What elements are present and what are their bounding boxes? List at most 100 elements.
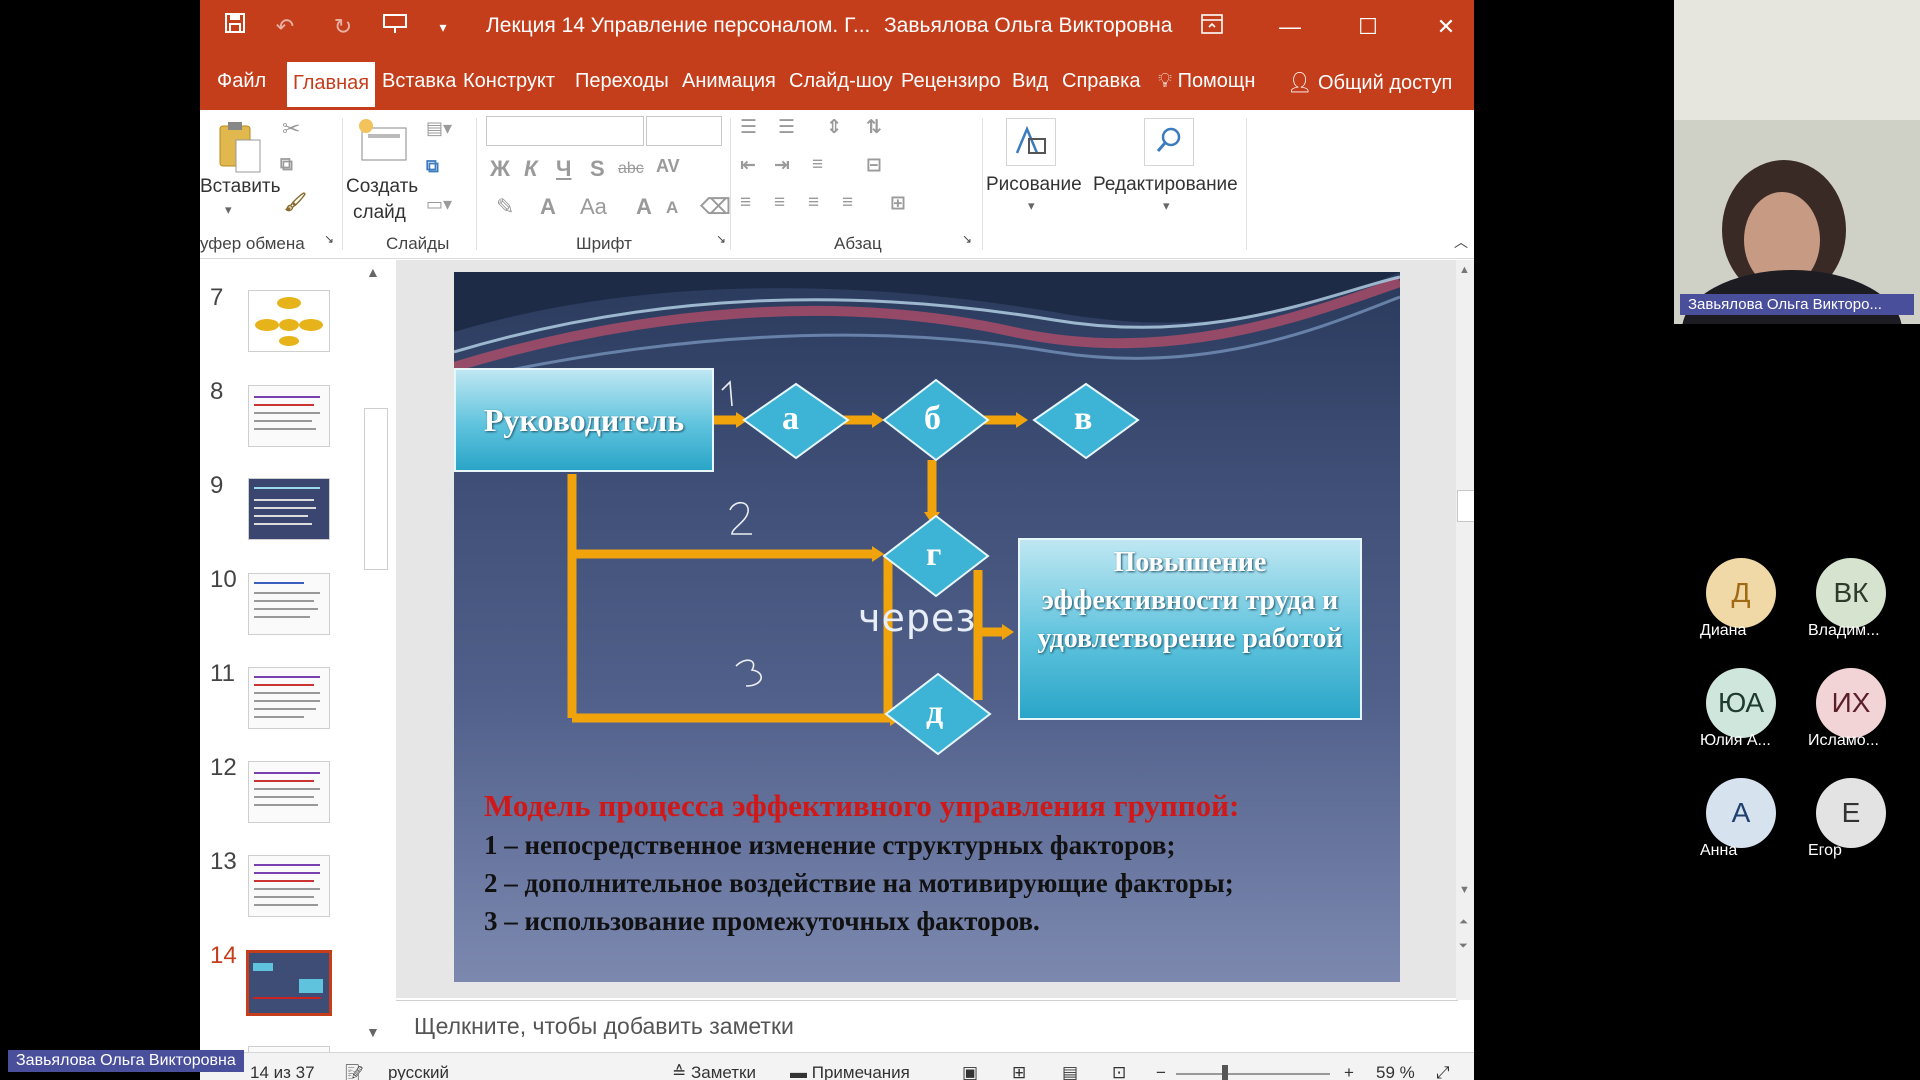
slide-thumbnail[interactable]: [248, 855, 330, 917]
align-right-icon[interactable]: ≡: [808, 192, 819, 214]
slide-sorter-icon[interactable]: ⊞: [1012, 1063, 1026, 1080]
zoom-out-icon[interactable]: −: [1156, 1063, 1166, 1080]
language-indicator[interactable]: русский: [388, 1063, 449, 1080]
maximize-icon[interactable]: ☐: [1353, 12, 1383, 42]
participant-avatar[interactable]: А: [1706, 778, 1776, 848]
scrollbar-thumb[interactable]: [1457, 490, 1474, 522]
tab-review[interactable]: Рецензиро: [901, 70, 1001, 93]
italic-button[interactable]: К: [524, 156, 538, 182]
tab-transitions[interactable]: Переходы: [575, 70, 669, 93]
new-slide-button[interactable]: Создать: [346, 176, 418, 198]
increase-font-button[interactable]: A: [636, 194, 652, 220]
copy-icon[interactable]: ⧉: [280, 154, 293, 175]
save-icon[interactable]: [220, 12, 250, 42]
clipboard-launcher-icon[interactable]: ↘: [324, 232, 334, 246]
redo-icon[interactable]: ↻: [328, 12, 358, 42]
participant-avatar[interactable]: ВК: [1816, 558, 1886, 628]
bold-button[interactable]: Ж: [490, 156, 510, 182]
fit-slide-icon[interactable]: ⤢: [1436, 1063, 1450, 1080]
previous-slide-icon[interactable]: ⏶: [1459, 916, 1468, 929]
paste-button[interactable]: Вставить: [200, 176, 281, 198]
paste-icon[interactable]: [214, 120, 264, 179]
font-launcher-icon[interactable]: ↘: [716, 232, 726, 246]
customize-toolbar-icon[interactable]: ▾: [428, 12, 458, 42]
justify-icon[interactable]: ≡: [842, 192, 853, 214]
scroll-up-icon[interactable]: ▲: [1459, 264, 1470, 276]
text-direction-icon[interactable]: ⇅: [866, 116, 882, 139]
tab-file[interactable]: Файл: [217, 70, 266, 93]
numbering-icon[interactable]: ☰: [778, 116, 795, 139]
zoom-in-icon[interactable]: +: [1344, 1063, 1354, 1080]
align-center-icon[interactable]: ≡: [774, 192, 785, 214]
strikethrough-button[interactable]: abc: [618, 160, 644, 178]
scroll-up-icon[interactable]: ▲: [366, 264, 380, 280]
change-case-button[interactable]: Aa: [580, 194, 607, 220]
slide-thumbnail-selected[interactable]: [246, 950, 332, 1016]
tab-animations[interactable]: Анимация: [682, 70, 776, 93]
highlight-icon[interactable]: ✎: [496, 194, 514, 220]
align-left-icon[interactable]: ≡: [740, 192, 751, 214]
columns-icon[interactable]: ≡: [812, 154, 823, 176]
underline-button[interactable]: Ч: [556, 156, 571, 182]
increase-indent-icon[interactable]: ⇥: [774, 154, 790, 177]
align-text-icon[interactable]: ⊟: [866, 154, 882, 177]
scroll-down-icon[interactable]: ▼: [366, 1024, 380, 1040]
clear-formatting-icon[interactable]: ⌫: [700, 194, 731, 220]
tab-insert[interactable]: Вставка: [382, 70, 456, 93]
new-slide-icon[interactable]: [356, 118, 410, 169]
current-slide[interactable]: Руководитель а б в г д Повышение эффекти…: [454, 272, 1400, 982]
format-painter-icon[interactable]: 🖌︎: [284, 192, 307, 213]
comments-toggle[interactable]: ▬ Примечания: [790, 1063, 910, 1080]
spellcheck-icon[interactable]: 📝︎: [344, 1063, 364, 1080]
participant-avatar[interactable]: Е: [1816, 778, 1886, 848]
search-icon[interactable]: [1144, 118, 1194, 166]
editing-button[interactable]: Редактирование: [1093, 174, 1238, 196]
smartart-icon[interactable]: ⊞: [890, 192, 906, 215]
font-name-dropdown[interactable]: [486, 116, 644, 146]
cut-icon[interactable]: ✂: [282, 116, 300, 142]
drawing-icon[interactable]: [1006, 118, 1056, 166]
tab-home[interactable]: Главная: [287, 62, 376, 107]
slide-thumbnail[interactable]: [248, 478, 330, 540]
scroll-down-icon[interactable]: ▼: [1459, 884, 1470, 896]
zoom-slider-thumb[interactable]: [1222, 1065, 1228, 1080]
tell-me-search[interactable]: 💡︎ Помощн: [1158, 70, 1255, 93]
minimize-icon[interactable]: —: [1275, 12, 1305, 42]
tab-help[interactable]: Справка: [1062, 70, 1140, 93]
reset-icon[interactable]: ⧉: [426, 156, 439, 177]
tab-design[interactable]: Конструкт: [463, 70, 555, 93]
close-icon[interactable]: ✕: [1431, 12, 1461, 42]
participant-avatar[interactable]: ЮА: [1706, 668, 1776, 738]
drawing-button[interactable]: Рисование: [986, 174, 1082, 196]
shadow-button[interactable]: S: [590, 156, 605, 182]
slide-thumbnail[interactable]: [248, 667, 330, 729]
tab-slideshow[interactable]: Слайд-шоу: [789, 70, 893, 93]
section-icon[interactable]: ▭▾: [426, 194, 452, 215]
slide-thumbnail[interactable]: [248, 385, 330, 447]
decrease-indent-icon[interactable]: ⇤: [740, 154, 756, 177]
next-slide-icon[interactable]: ⏷: [1459, 940, 1468, 953]
zoom-level[interactable]: 59 %: [1376, 1063, 1415, 1080]
tab-view[interactable]: Вид: [1012, 70, 1048, 93]
slideshow-view-icon[interactable]: ⊡: [1112, 1063, 1126, 1080]
normal-view-icon[interactable]: ▣: [962, 1063, 978, 1080]
character-spacing-button[interactable]: AV: [656, 156, 680, 177]
notes-pane[interactable]: Щелкните, чтобы добавить заметки: [396, 1000, 1458, 1051]
bullets-icon[interactable]: ☰: [740, 116, 757, 139]
line-spacing-icon[interactable]: ⇕: [826, 116, 842, 139]
decrease-font-button[interactable]: A: [666, 198, 678, 218]
notes-toggle[interactable]: ≙ Заметки: [672, 1063, 756, 1080]
editing-dropdown-icon[interactable]: ▾: [1163, 198, 1170, 214]
zoom-slider[interactable]: [1176, 1073, 1330, 1075]
ribbon-display-options-icon[interactable]: [1197, 12, 1227, 42]
font-size-dropdown[interactable]: [646, 116, 722, 146]
drawing-dropdown-icon[interactable]: ▾: [1028, 198, 1035, 214]
undo-icon[interactable]: ↶: [270, 12, 300, 42]
share-button[interactable]: 👤︎ Общий доступ: [1287, 70, 1452, 95]
signed-in-user[interactable]: Завьялова Ольга Викторовна: [884, 14, 1172, 38]
participant-avatar[interactable]: Д: [1706, 558, 1776, 628]
slide-scrollbar[interactable]: ▲ ▼ ⏶ ⏷: [1456, 260, 1474, 1000]
slide-thumbnail[interactable]: [248, 290, 330, 352]
paragraph-launcher-icon[interactable]: ↘: [962, 232, 972, 246]
notes-placeholder[interactable]: Щелкните, чтобы добавить заметки: [414, 1013, 794, 1040]
